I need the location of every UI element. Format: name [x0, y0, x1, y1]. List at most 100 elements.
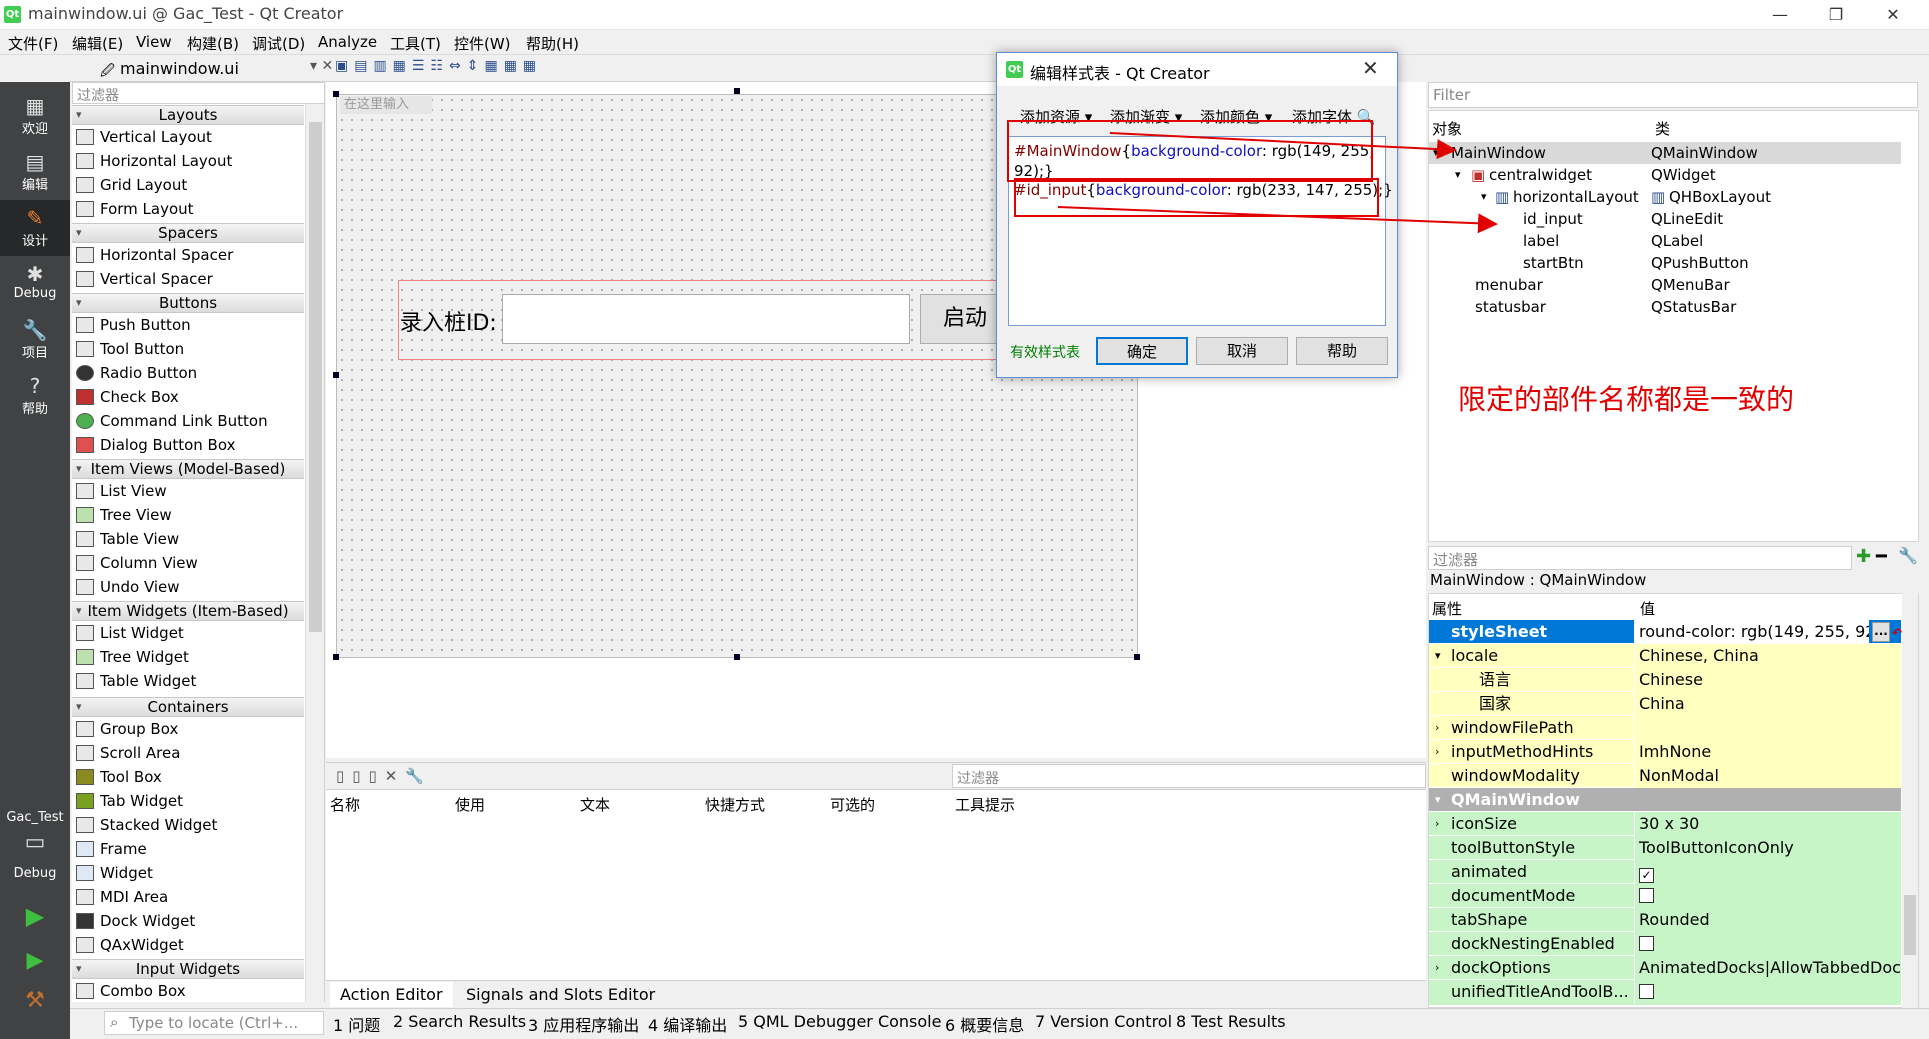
column-header-used[interactable]: 使用	[455, 794, 485, 815]
widget-form-layout[interactable]: Form Layout	[76, 198, 194, 221]
tree-row-centralwidget[interactable]: ▾ ▣ centralwidget QWidget	[1429, 164, 1901, 186]
widget-table-widget[interactable]: Table Widget	[76, 670, 196, 693]
build-hammer-icon[interactable]: ⚒	[0, 988, 70, 1013]
menu-debug[interactable]: 调试(D)	[252, 33, 305, 54]
prop-windowmodality[interactable]: windowModality NonModal	[1429, 764, 1901, 788]
widget-mdi-area[interactable]: MDI Area	[76, 886, 168, 909]
widget-radio-button[interactable]: Radio Button	[76, 362, 197, 385]
tree-row-mainwindow[interactable]: ▾ MainWindow QMainWindow	[1429, 142, 1901, 164]
prop-toolbuttonstyle[interactable]: toolButtonStyle ToolButtonIconOnly	[1429, 836, 1901, 860]
prop-country[interactable]: 国家 China	[1429, 692, 1901, 716]
category-spacers[interactable]: ▾ Spacers	[72, 223, 304, 243]
widget-widget[interactable]: Widget	[76, 862, 153, 885]
category-item-views[interactable]: ▾ Item Views (Model-Based)	[72, 459, 304, 479]
help-button[interactable]: 帮助	[1296, 337, 1388, 365]
prop-inputmethodhints[interactable]: › inputMethodHints ImhNone	[1429, 740, 1901, 764]
object-column-header[interactable]: 对象	[1432, 118, 1462, 139]
status-app-output[interactable]: 3 应用程序输出	[528, 1012, 639, 1036]
mode-edit[interactable]: ▤ 编辑	[0, 144, 70, 200]
dialog-close-button[interactable]: ✕	[1362, 56, 1379, 80]
menu-analyze[interactable]: Analyze	[318, 33, 377, 51]
widget-undo-view[interactable]: Undo View	[76, 576, 180, 599]
tree-row-horizontallayout[interactable]: ▾ ▥ horizontalLayout ▥ QHBoxLayout	[1429, 186, 1901, 208]
tree-row-menubar[interactable]: menubar QMenuBar	[1429, 274, 1901, 296]
configure-wrench-icon[interactable]: 🔧	[1898, 546, 1918, 565]
column-header-name[interactable]: 名称	[330, 794, 360, 815]
object-filter-input[interactable]: Filter	[1428, 82, 1918, 108]
stylesheet-value[interactable]: round-color: rgb(149, 255, 92);}	[1634, 620, 1869, 644]
property-scrollbar[interactable]	[1902, 593, 1918, 1008]
action-toolbar-icons[interactable]: ▯▯▯✕🔧	[336, 767, 432, 785]
widget-table-view[interactable]: Table View	[76, 528, 179, 551]
value-column-header[interactable]: 值	[1640, 598, 1655, 619]
tree-row-startbtn[interactable]: startBtn QPushButton	[1429, 252, 1901, 274]
status-compile-output[interactable]: 4 编译输出	[648, 1012, 727, 1036]
debug-run-icon[interactable]: ▶	[0, 948, 70, 973]
reset-icon[interactable]: ↶	[1892, 622, 1902, 645]
prop-iconsize[interactable]: › iconSize 30 x 30	[1429, 812, 1901, 836]
id-label[interactable]: 录入桩ID:	[400, 305, 497, 337]
prop-docknesting[interactable]: dockNestingEnabled	[1429, 932, 1901, 956]
close-button[interactable]: ✕	[1870, 0, 1916, 30]
prop-windowfilepath[interactable]: › windowFilePath	[1429, 716, 1901, 740]
prop-stylesheet[interactable]: styleSheet round-color: rgb(149, 255, 92…	[1429, 620, 1902, 645]
docknesting-checkbox[interactable]	[1639, 936, 1654, 951]
run-icon[interactable]: ▶	[0, 902, 70, 930]
menu-type-here[interactable]: 在这里输入	[340, 96, 432, 114]
widget-push-button[interactable]: Push Button	[76, 314, 191, 337]
widget-grid-layout[interactable]: Grid Layout	[76, 174, 187, 197]
action-filter-input[interactable]: 过滤器	[952, 764, 1426, 788]
class-column-header[interactable]: 类	[1655, 118, 1670, 139]
tree-row-label[interactable]: label QLabel	[1429, 230, 1901, 252]
widget-tree-widget[interactable]: Tree Widget	[76, 646, 189, 669]
widget-list-widget[interactable]: List Widget	[76, 622, 184, 645]
cancel-button[interactable]: 取消	[1196, 337, 1288, 365]
category-buttons[interactable]: ▾ Buttons	[72, 293, 304, 313]
prop-dockoptions[interactable]: › dockOptions AnimatedDocks|AllowTabbedDoc…	[1429, 956, 1901, 980]
widget-check-box[interactable]: Check Box	[76, 386, 179, 409]
widget-horizontal-layout[interactable]: Horizontal Layout	[76, 150, 232, 173]
category-layouts[interactable]: ▾ Layouts	[72, 105, 304, 125]
status-issues[interactable]: 1 问题	[333, 1012, 380, 1036]
mode-help[interactable]: ? 帮助	[0, 368, 70, 424]
kit-project-label[interactable]: Gac_Test	[0, 810, 70, 825]
unifiedtitle-checkbox[interactable]	[1639, 984, 1654, 999]
prop-animated[interactable]: animated ✓	[1429, 860, 1901, 884]
widget-frame[interactable]: Frame	[76, 838, 147, 861]
widget-group-box[interactable]: Group Box	[76, 718, 178, 741]
prop-documentmode[interactable]: documentMode	[1429, 884, 1901, 908]
widget-scroll-area[interactable]: Scroll Area	[76, 742, 180, 765]
mode-projects[interactable]: 🔧 项目	[0, 312, 70, 368]
stylesheet-more-button[interactable]: ...	[1872, 622, 1890, 642]
property-column-header[interactable]: 属性	[1432, 598, 1462, 619]
column-header-text[interactable]: 文本	[580, 794, 610, 815]
column-header-shortcut[interactable]: 快捷方式	[705, 794, 765, 815]
minimize-button[interactable]: —	[1757, 0, 1803, 30]
status-search-results[interactable]: 2 Search Results	[393, 1012, 526, 1031]
mode-design[interactable]: ✎ 设计	[0, 200, 70, 256]
close-file-icon[interactable]: ▾ ✕	[310, 58, 333, 74]
widget-tab-widget[interactable]: Tab Widget	[76, 790, 183, 813]
menu-edit[interactable]: 编辑(E)	[72, 33, 123, 54]
mode-welcome[interactable]: ▦ 欢迎	[0, 88, 70, 144]
prop-unifiedtitle[interactable]: unifiedTitleAndToolB...	[1429, 980, 1901, 1006]
tab-action-editor[interactable]: Action Editor	[330, 982, 453, 1007]
widget-tool-button[interactable]: Tool Button	[76, 338, 184, 361]
widget-list-view[interactable]: List View	[76, 480, 167, 503]
mode-debug[interactable]: ✱ Debug	[0, 256, 70, 312]
column-header-checkable[interactable]: 可选的	[830, 794, 875, 815]
widget-command-link-button[interactable]: Command Link Button	[76, 410, 268, 433]
column-header-tooltip[interactable]: 工具提示	[955, 794, 1015, 815]
widget-vertical-spacer[interactable]: Vertical Spacer	[76, 268, 213, 291]
widget-column-view[interactable]: Column View	[76, 552, 198, 575]
widget-combo-box[interactable]: Combo Box	[76, 980, 186, 1003]
prop-language[interactable]: 语言 Chinese	[1429, 668, 1901, 692]
widget-horizontal-spacer[interactable]: Horizontal Spacer	[76, 244, 233, 267]
documentmode-checkbox[interactable]	[1639, 888, 1654, 903]
locator-input[interactable]: Type to locate (Ctrl+...	[104, 1011, 324, 1035]
menu-view[interactable]: View	[136, 33, 172, 51]
remove-property-icon[interactable]: ━	[1876, 546, 1887, 567]
animated-checkbox[interactable]: ✓	[1639, 868, 1654, 883]
prop-tabshape[interactable]: tabShape Rounded	[1429, 908, 1901, 932]
category-containers[interactable]: ▾ Containers	[72, 697, 304, 717]
